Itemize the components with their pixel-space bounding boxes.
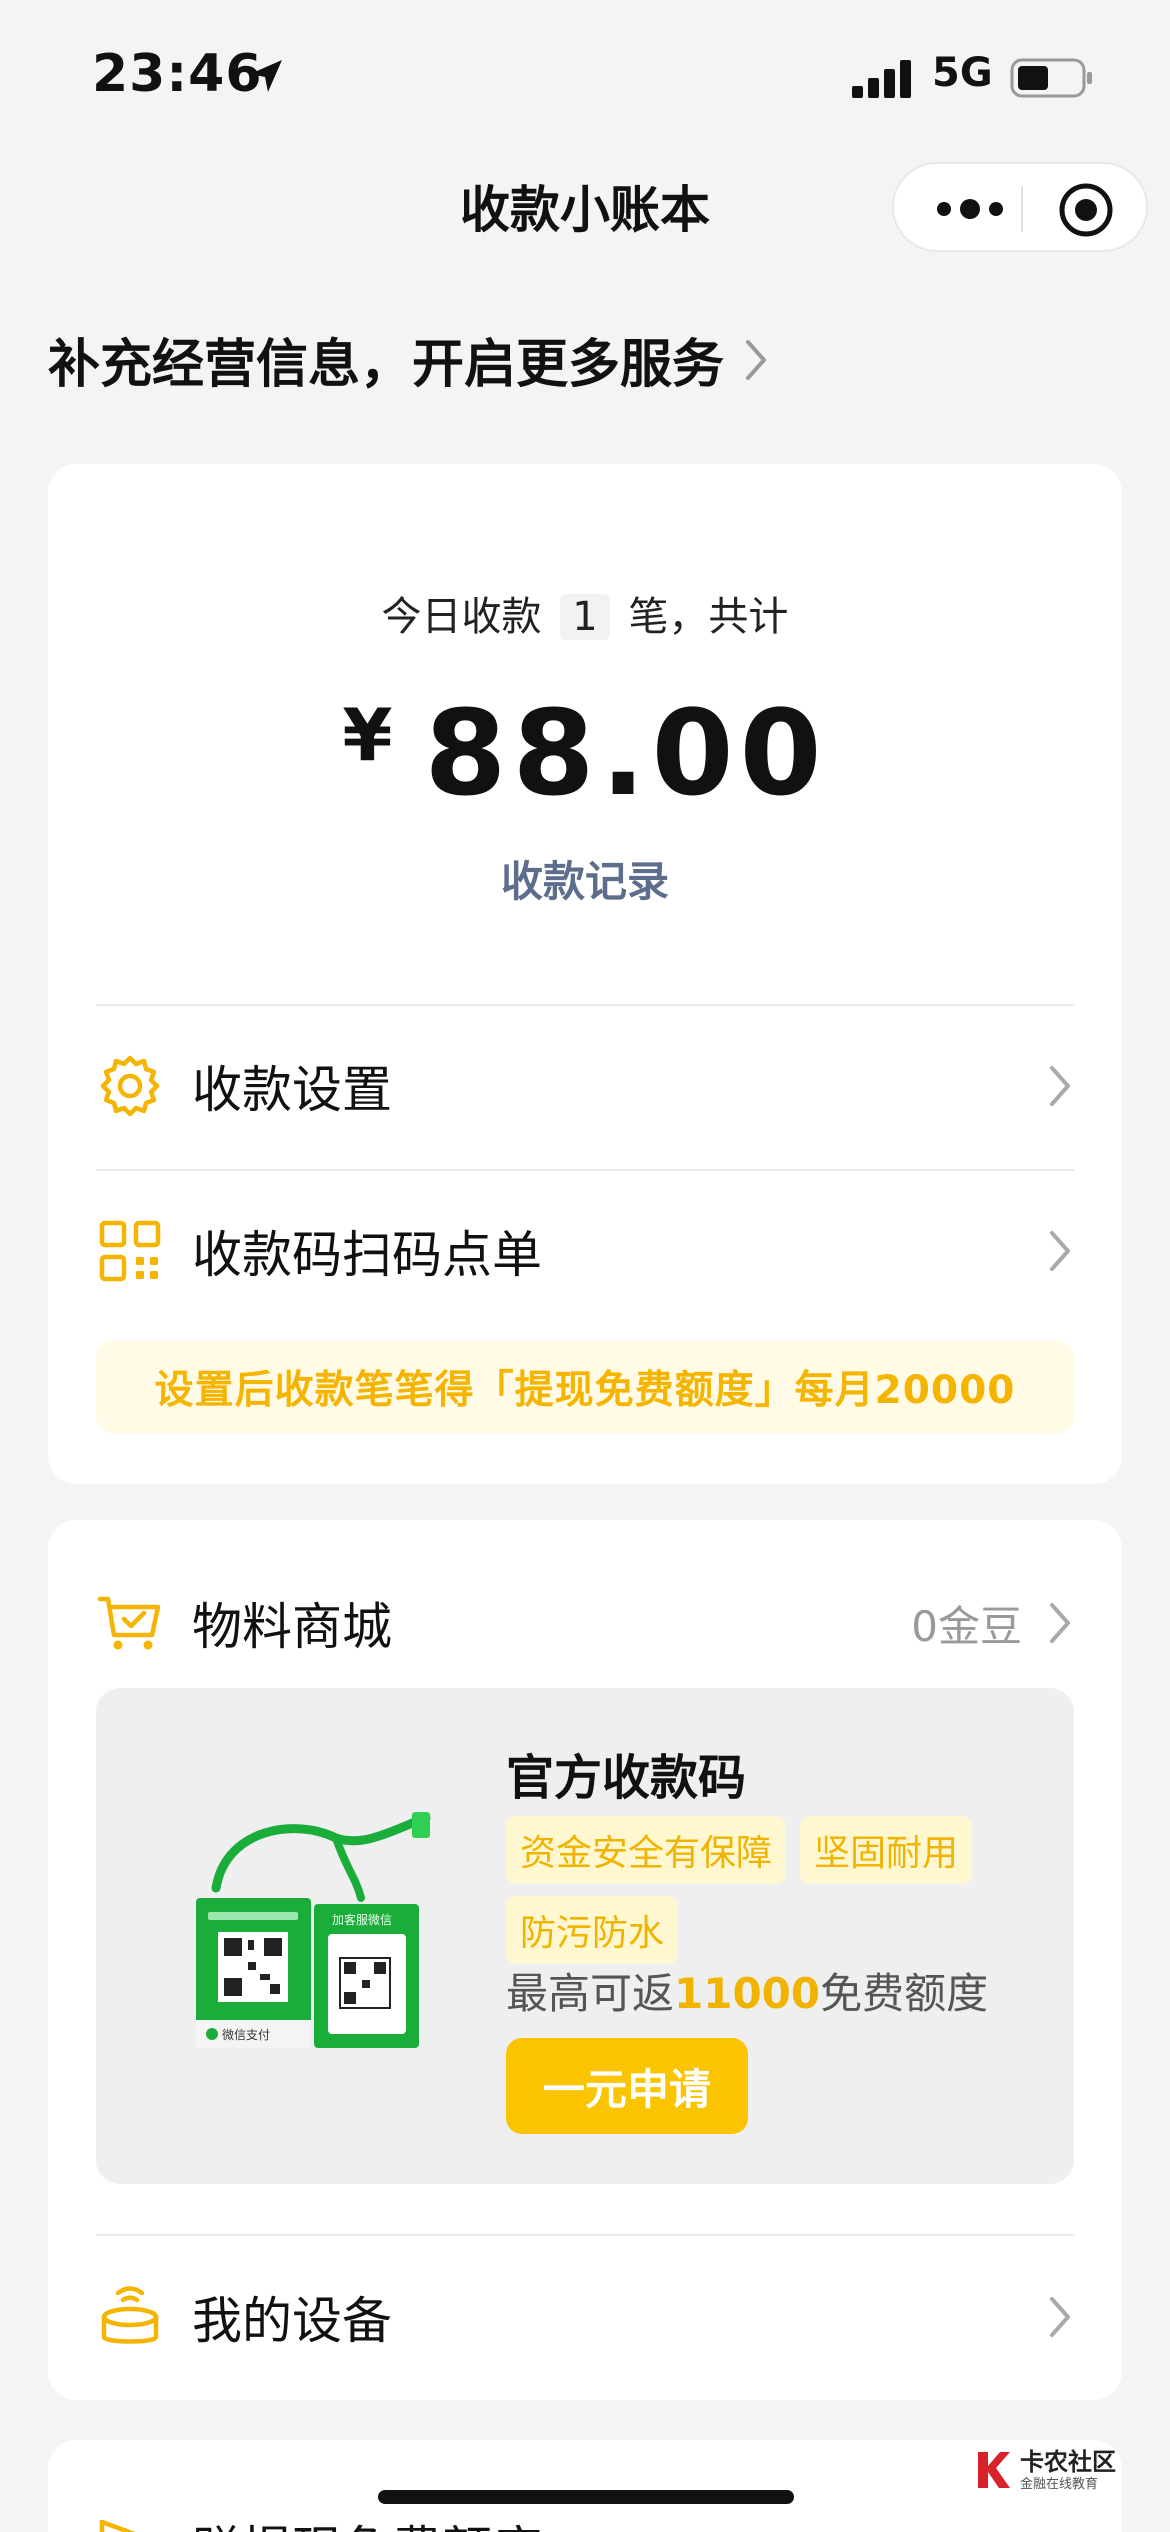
screen: 23:46 5G 收款小账本 补充经营信息，开启更多服务 今日收款 1 笔，共计… [0,0,1170,2532]
right-card-text: 加客服微信 [332,1912,392,1927]
collection-summary-card: 今日收款 1 笔，共计 ¥88.00 收款记录 收款设置 收款码扫码点单 设置后… [48,464,1122,1484]
battery-icon [1010,58,1092,98]
qr-stand-product-image: 微信支付 加客服微信 [196,1812,431,2048]
product-tags: 资金安全有保障 坚固耐用 防污防水 [506,1816,1026,1964]
divider [96,2234,1074,2236]
product-title: 官方收款码 [506,1750,747,1806]
rebate-text: 最高可返11000免费额度 [506,1960,988,2021]
flag-icon [99,2519,136,2532]
watermark-logo-icon [978,2452,1010,2488]
divider [96,1004,1074,1006]
free-quota-tip[interactable]: 设置后收款笔笔得「提现免费额度」每月20000 [96,1340,1074,1434]
collection-settings-row[interactable]: 收款设置 [96,1021,1074,1151]
status-time: 23:46 [92,44,263,104]
business-info-text: 补充经营信息，开启更多服务 [48,335,725,395]
chevron-right-icon [746,339,767,380]
official-qr-product[interactable]: 微信支付 加客服微信 官方收款码 资金安全有保障 坚固耐用 防污防水 最高可返1… [96,1688,1074,2184]
qr-order-row[interactable]: 收款码扫码点单 [96,1186,1074,1316]
today-count: 1 [560,594,610,640]
left-card-text: 微信支付 [222,2028,270,2042]
business-info-link[interactable]: 补充经营信息，开启更多服务 [48,322,770,397]
rebate-suffix: 免费额度 [820,1969,989,2018]
currency-symbol: ¥ [342,693,399,777]
watermark-main: 卡农社区 [1020,2447,1116,2476]
capsule-divider [1021,186,1023,232]
today-suffix: 笔，共计 [628,594,789,640]
rebate-prefix: 最高可返 [506,1969,675,2018]
gear-icon [100,1055,160,1117]
mini-program-capsule [892,162,1148,252]
chevron-right-icon [1050,2297,1070,2337]
more-options-icon[interactable] [930,186,1010,232]
today-prefix: 今日收款 [381,594,542,640]
chevron-right-icon [1050,1066,1070,1106]
rebate-value: 11000 [674,1969,821,2018]
product-tag: 资金安全有保障 [506,1816,787,1884]
watermark-sub: 金融在线教育 [1020,2476,1099,2492]
device-icon [101,2286,159,2344]
location-arrow-icon [250,60,282,92]
cellular-signal-icon [852,60,911,98]
total-amount: ¥88.00 [48,684,1122,822]
status-bar: 23:46 5G [0,0,1170,150]
today-count-line: 今日收款 1 笔，共计 [48,584,1122,642]
qr-code-icon [99,1220,161,1282]
chevron-right-icon [1050,1603,1070,1643]
gold-beans-balance: 0金豆 [911,1601,1022,1651]
material-mall-label: 物料商城 [192,1598,392,1656]
close-mini-program-icon[interactable] [1058,182,1114,238]
my-devices-row[interactable]: 我的设备 [96,2252,1074,2382]
my-devices-label: 我的设备 [192,2292,392,2350]
apply-one-yuan-button[interactable]: 一元申请 [506,2038,748,2134]
chevron-right-icon [1050,1231,1070,1271]
home-indicator[interactable] [378,2490,794,2504]
free-quota-label: 赚提现免费额度 [192,2510,542,2532]
material-mall-row[interactable]: 物料商城 0金豆 [96,1558,1074,1688]
qr-order-label: 收款码扫码点单 [192,1226,542,1284]
shopping-cart-icon [97,1596,161,1650]
free-quota-card[interactable]: 赚提现免费额度 [48,2440,1122,2532]
watermark-text: 卡农社区 金融在线教育 [1020,2450,1116,2491]
collection-records-link[interactable]: 收款记录 [48,848,1122,909]
divider [96,1169,1074,1171]
product-tag: 坚固耐用 [800,1816,973,1884]
network-type: 5G [932,50,993,96]
amount-value: 88.00 [424,684,828,822]
product-tag: 防污防水 [506,1896,679,1964]
collection-settings-label: 收款设置 [192,1061,392,1119]
watermark: 卡农社区 金融在线教育 [972,2440,1152,2500]
material-mall-card: 物料商城 0金豆 微信支付 加客服微信 官方收款码 资金安全有保障 坚固耐用 防… [48,1520,1122,2400]
